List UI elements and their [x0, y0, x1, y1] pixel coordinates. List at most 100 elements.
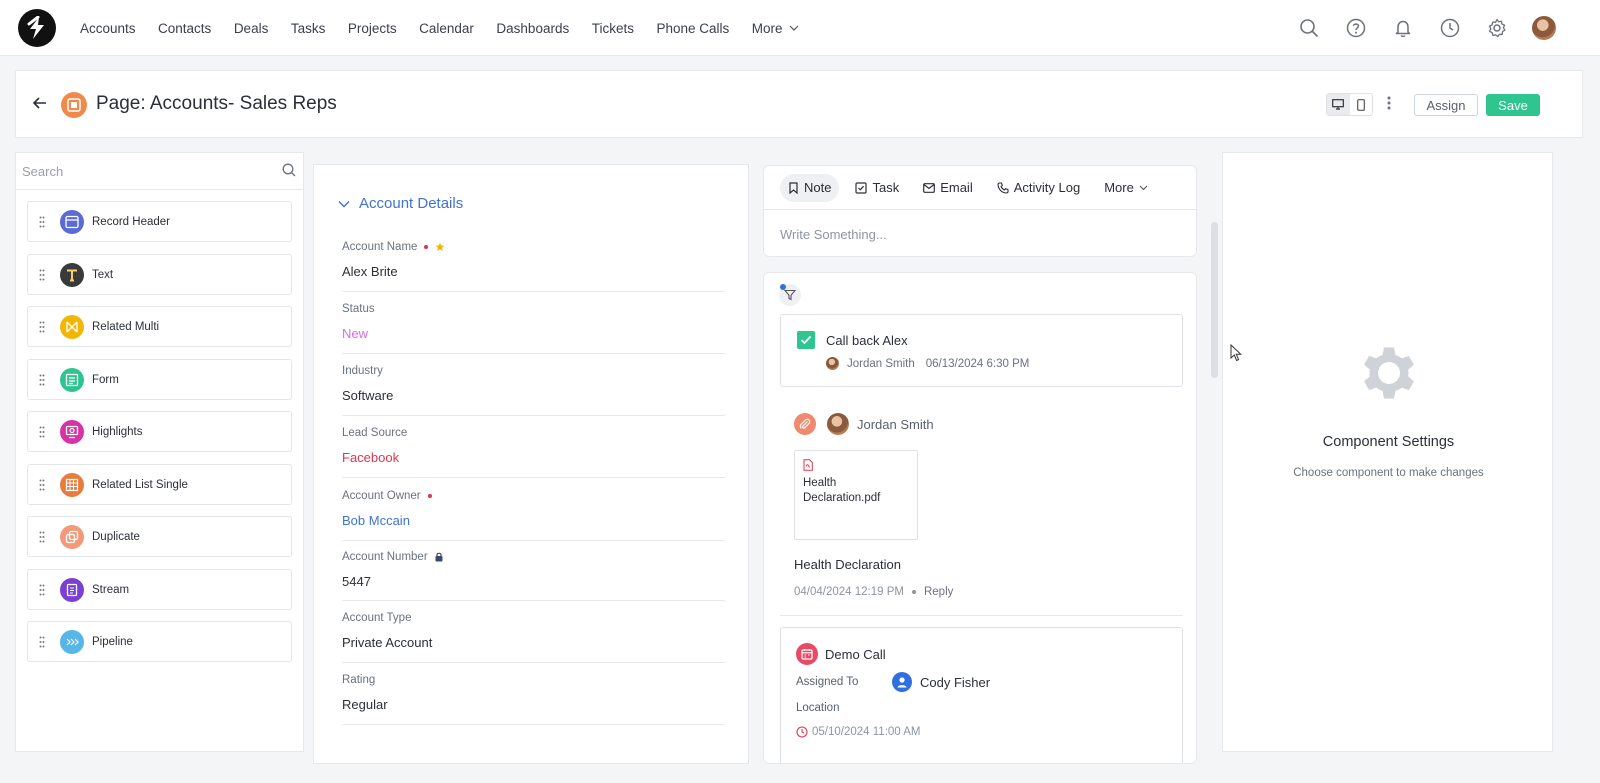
attachment-file[interactable]: Health Declaration.pdf — [794, 450, 918, 540]
location-label: Location — [796, 702, 840, 714]
phone-icon — [997, 181, 1009, 194]
page-layout-icon — [61, 92, 87, 118]
required-indicator — [424, 245, 429, 249]
field-lead-source[interactable]: Lead Source Facebook — [342, 427, 725, 478]
call-card[interactable]: Demo Call Assigned To Cody Fisher Locati… — [780, 627, 1183, 763]
mobile-icon — [1356, 98, 1365, 111]
filter-active-indicator — [780, 284, 786, 290]
nav-contacts[interactable]: Contacts — [158, 21, 211, 36]
assignee[interactable]: Cody Fisher — [892, 672, 990, 692]
field-account-name[interactable]: Account Name Alex Brite — [342, 241, 725, 292]
field-value: New — [342, 326, 369, 341]
clock-icon[interactable] — [1438, 16, 1462, 40]
drag-handle-icon[interactable] — [28, 216, 56, 228]
component-label: Stream — [92, 583, 130, 596]
component-stream[interactable]: Stream — [27, 569, 292, 610]
component-text[interactable]: Text — [27, 254, 292, 295]
save-button[interactable]: Save — [1486, 94, 1540, 116]
nav-projects[interactable]: Projects — [348, 21, 397, 36]
activity-scrollbar[interactable] — [1211, 222, 1218, 378]
bookmark-icon — [789, 181, 798, 194]
call-meta: 05/10/2024 11:00 AM — [796, 726, 921, 738]
component-duplicate[interactable]: Duplicate — [27, 516, 292, 557]
account-details-section-toggle[interactable]: Account Details — [338, 195, 463, 212]
drag-handle-icon[interactable] — [28, 321, 56, 333]
drag-handle-icon[interactable] — [28, 636, 56, 648]
app-logo[interactable] — [18, 9, 56, 47]
reply-link[interactable]: Reply — [924, 586, 953, 598]
nav-tasks[interactable]: Tasks — [291, 21, 326, 36]
field-rating[interactable]: Rating Regular — [342, 674, 725, 725]
field-account-number[interactable]: Account Number 5447 — [342, 551, 725, 601]
component-search — [16, 153, 303, 190]
tab-activity-log[interactable]: Activity Log — [989, 174, 1088, 202]
note-composer-input[interactable]: Write Something... — [780, 227, 887, 242]
drag-handle-icon[interactable] — [28, 269, 56, 281]
drag-handle-icon[interactable] — [28, 479, 56, 491]
desktop-view-button[interactable] — [1327, 94, 1350, 115]
drag-handle-icon[interactable] — [28, 426, 56, 438]
field-industry[interactable]: Industry Software — [342, 365, 725, 416]
drag-handle-icon[interactable] — [28, 531, 56, 543]
drag-handle-icon[interactable] — [28, 374, 56, 386]
field-status[interactable]: Status New — [342, 303, 725, 354]
component-settings-panel: Component Settings Choose component to m… — [1222, 152, 1553, 752]
drag-handle-icon[interactable] — [28, 584, 56, 596]
tab-task[interactable]: Task — [847, 174, 907, 202]
field-label: Account Name — [342, 241, 725, 253]
activity-composer: Note Task Email Activity Log More Write … — [763, 165, 1197, 257]
back-arrow-icon[interactable] — [32, 95, 48, 114]
search-icon[interactable] — [1297, 16, 1321, 40]
tab-note[interactable]: Note — [780, 173, 840, 202]
component-highlights[interactable]: Highlights — [27, 411, 292, 452]
component-related-list-single[interactable]: Related List Single — [27, 464, 292, 505]
tab-label: Task — [872, 180, 900, 195]
nav-accounts[interactable]: Accounts — [80, 21, 136, 36]
user-avatar[interactable] — [1532, 16, 1556, 40]
task-complete-checkbox[interactable] — [797, 331, 815, 349]
feed-divider — [780, 615, 1183, 616]
task-meta: Jordan Smith 06/13/2024 6:30 PM — [826, 357, 1029, 370]
assigned-to-label: Assigned To — [796, 676, 859, 688]
top-navigation: Accounts Contacts Deals Tasks Projects C… — [0, 0, 1600, 56]
component-label: Related Multi — [92, 320, 160, 333]
field-label: Industry — [342, 365, 383, 377]
component-search-input[interactable] — [22, 161, 272, 181]
task-card[interactable]: Call back Alex Jordan Smith 06/13/2024 6… — [780, 314, 1183, 387]
component-pipeline[interactable]: Pipeline — [27, 621, 292, 662]
gear-icon — [1364, 347, 1414, 399]
help-icon[interactable] — [1344, 16, 1368, 40]
desktop-icon — [1332, 99, 1345, 110]
field-account-type[interactable]: Account Type Private Account — [342, 612, 725, 663]
nav-more-dropdown[interactable]: More — [752, 21, 799, 36]
bell-icon[interactable] — [1391, 16, 1415, 40]
nav-calendar[interactable]: Calendar — [419, 21, 474, 36]
component-form[interactable]: Form — [27, 359, 292, 400]
call-title[interactable]: Demo Call — [825, 647, 886, 662]
section-title: Account Details — [359, 195, 464, 212]
component-label: Form — [92, 373, 119, 386]
field-label: Account Number — [342, 551, 725, 563]
nav-tickets[interactable]: Tickets — [592, 21, 634, 36]
tab-more-dropdown[interactable]: More — [1096, 174, 1156, 202]
duplicate-icon — [60, 524, 84, 549]
component-record-header[interactable]: Record Header — [27, 201, 292, 242]
nav-phone-calls[interactable]: Phone Calls — [656, 21, 729, 36]
component-related-multi[interactable]: Related Multi — [27, 306, 292, 347]
field-account-owner[interactable]: Account Owner Bob Mccain — [342, 490, 725, 541]
task-title[interactable]: Call back Alex — [826, 333, 908, 348]
mobile-view-button[interactable] — [1350, 94, 1373, 115]
search-icon[interactable] — [282, 163, 296, 180]
component-label: Text — [92, 268, 114, 281]
checkmark-icon — [800, 335, 812, 345]
nav-deals[interactable]: Deals — [234, 21, 269, 36]
field-value[interactable]: Bob Mccain — [342, 513, 725, 528]
assign-button[interactable]: Assign — [1414, 94, 1478, 116]
more-options-icon[interactable] — [1387, 96, 1391, 113]
tab-email[interactable]: Email — [915, 174, 981, 202]
device-toggle — [1326, 93, 1373, 116]
gear-icon[interactable] — [1485, 16, 1509, 40]
record-header-icon — [60, 209, 84, 234]
attachment-filename: Health Declaration.pdf — [803, 477, 881, 504]
nav-dashboards[interactable]: Dashboards — [496, 21, 569, 36]
